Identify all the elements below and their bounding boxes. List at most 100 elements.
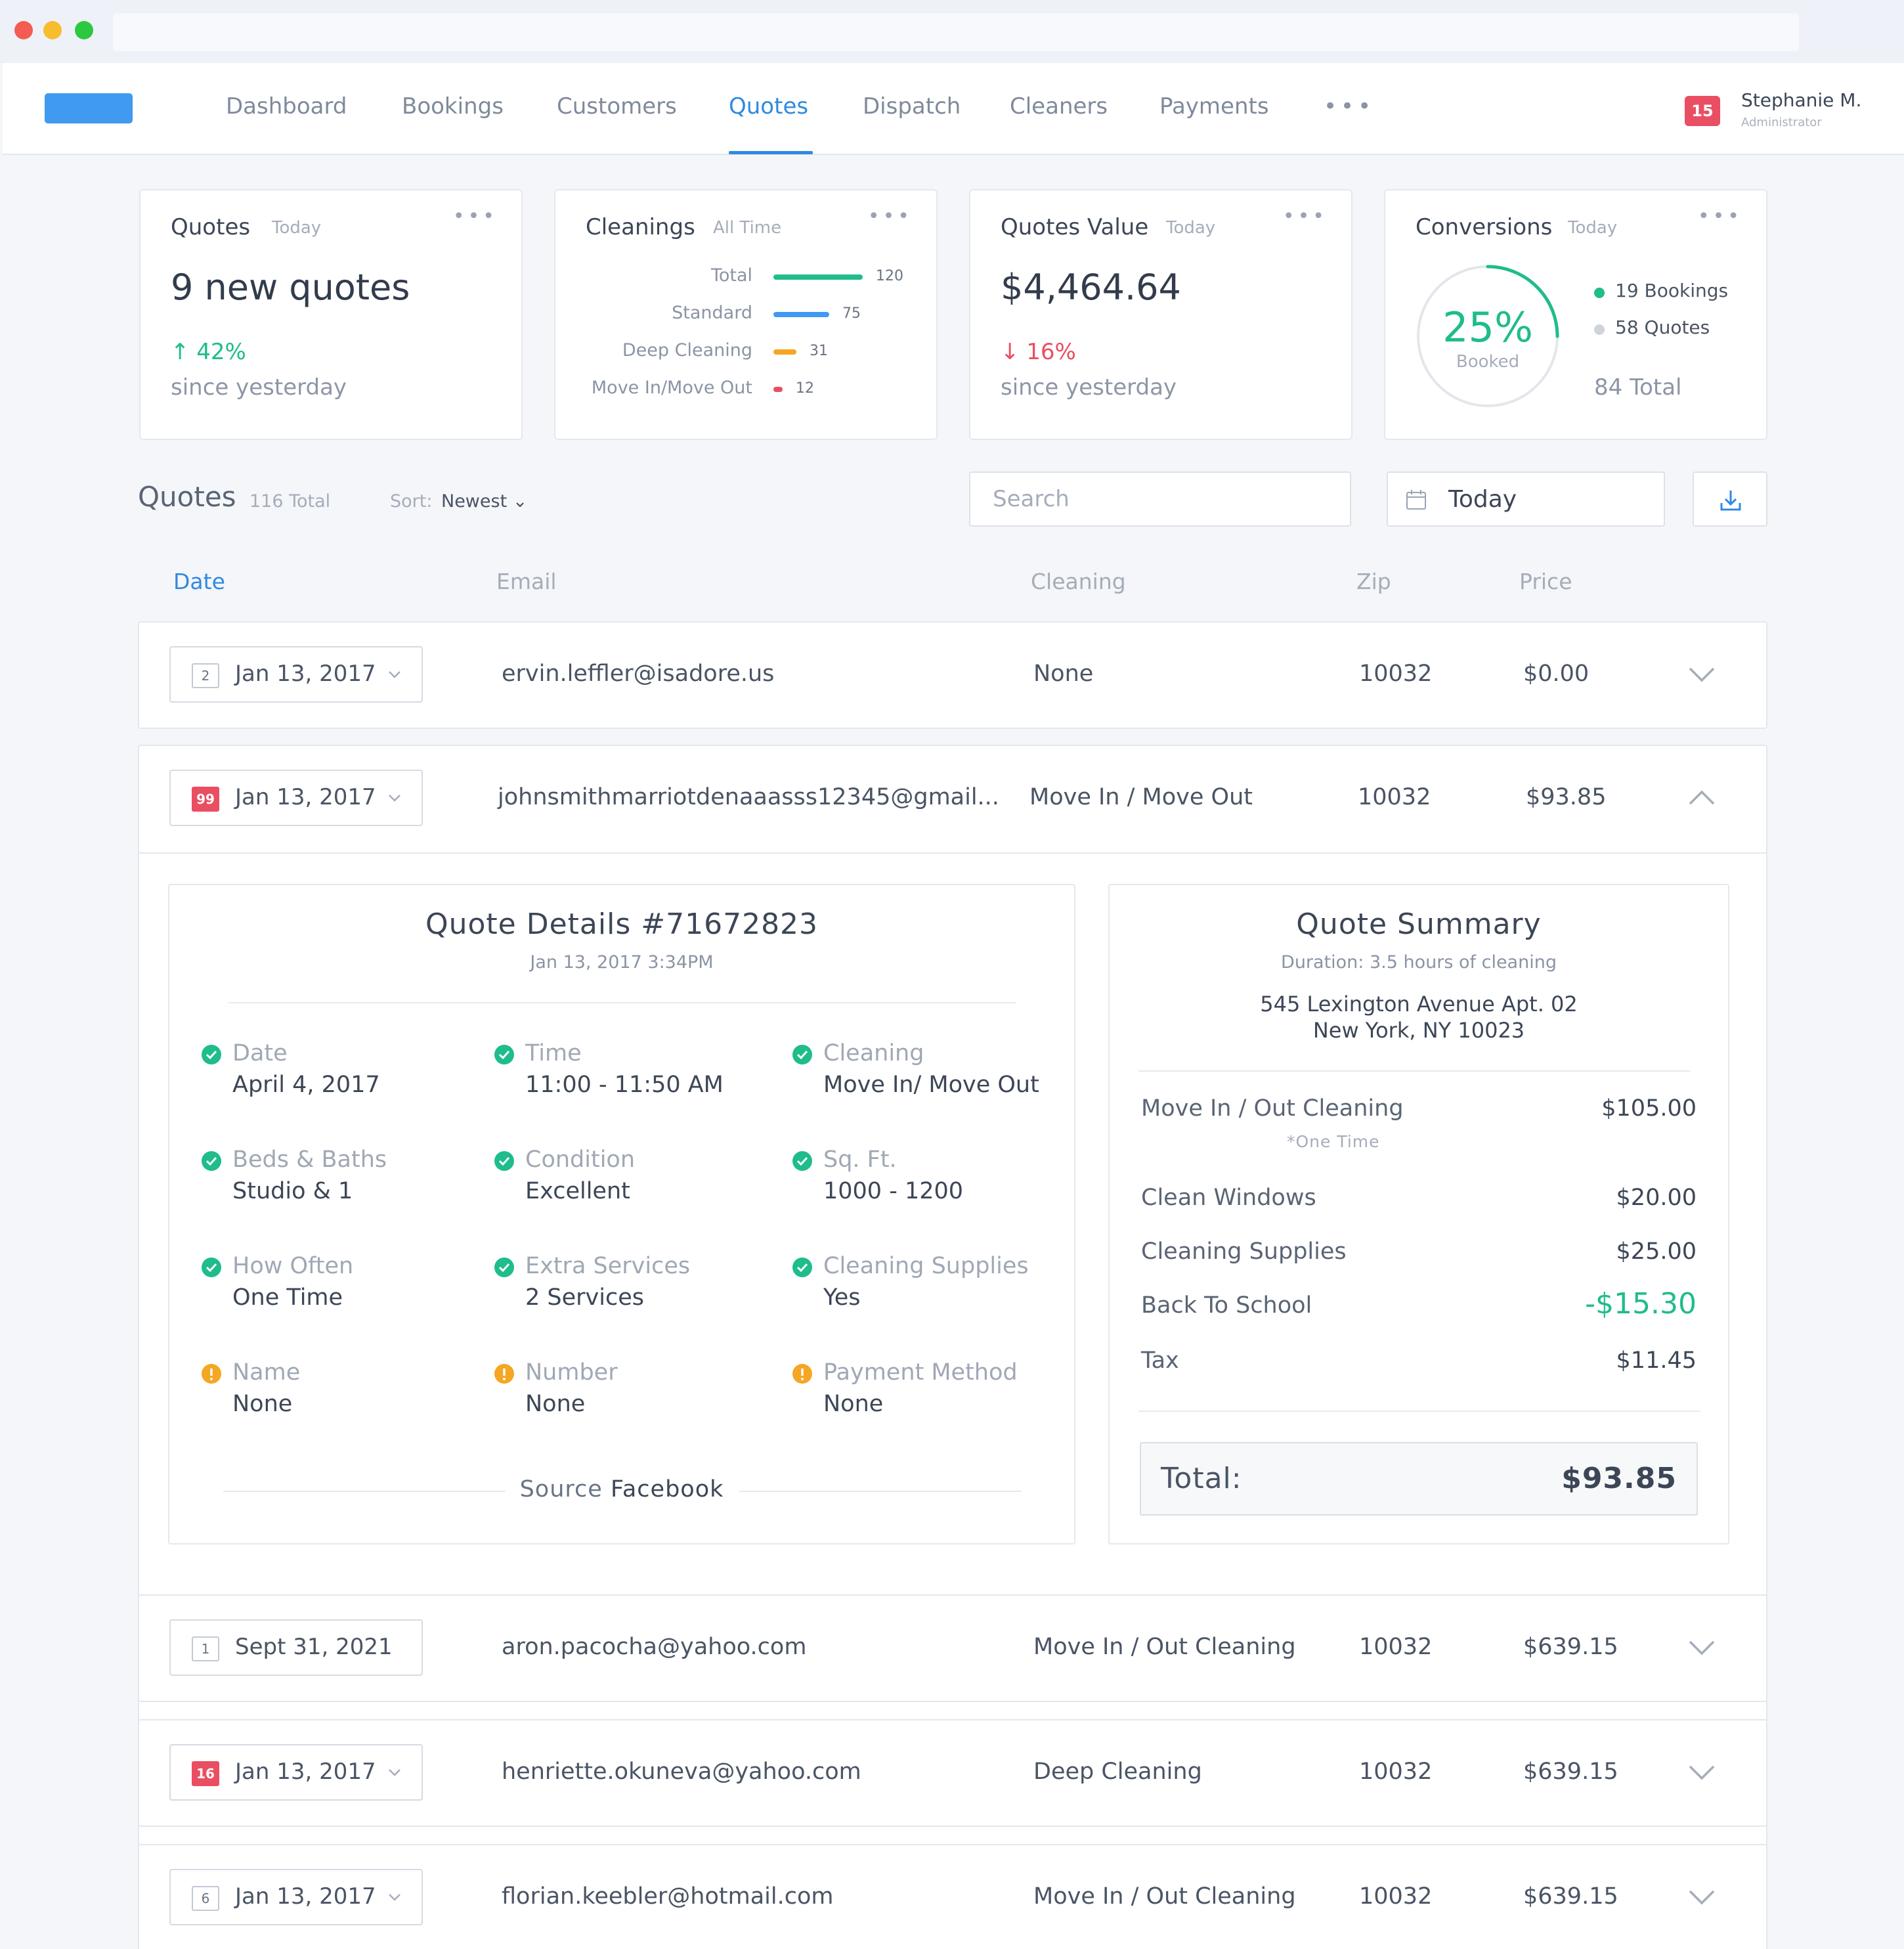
detail-value: Studio & 1 [232,1178,353,1204]
date-filter-value: Today [1448,486,1517,513]
table-row[interactable]: 6 Jan 13, 2017 florian.keebler@hotmail.c… [138,1844,1767,1949]
row-date-select[interactable]: 2 Jan 13, 2017 [169,646,423,703]
check-circle-icon [494,1258,514,1277]
bar-value: 120 [876,268,903,284]
close-window-button[interactable] [14,21,33,39]
sort-dropdown[interactable]: Newest ⌄ [441,491,527,512]
since-label: since yesterday [1001,374,1177,401]
column-date[interactable]: Date [173,569,225,594]
nav-dashboard[interactable]: Dashboard [226,93,347,120]
summary-item-amount: -$15.30 [1585,1287,1697,1321]
chevron-down-icon [389,671,400,678]
download-button[interactable] [1693,471,1767,527]
detail-value: 1000 - 1200 [823,1178,964,1204]
row-date-select[interactable]: 6 Jan 13, 2017 [169,1869,423,1925]
chevron-down-icon[interactable] [1687,665,1716,684]
row-email: ervin.leffler@isadore.us [502,661,775,687]
quote-details-panel: Quote Details #71672823 Jan 13, 2017 3:3… [168,884,1075,1544]
detail-value: Move In/ Move Out [823,1072,1039,1098]
nav-cleaners[interactable]: Cleaners [1010,93,1108,120]
check-circle-icon [792,1151,812,1171]
chevron-down-icon [389,1894,400,1901]
detail-value: 11:00 - 11:50 AM [525,1072,724,1098]
summary-item-amount: $20.00 [1616,1185,1697,1211]
row-date: Jan 13, 2017 [235,1883,376,1910]
warning-circle-icon [494,1364,514,1384]
bar-value: 75 [842,305,861,322]
check-circle-icon [202,1045,221,1064]
row-zip: 10032 [1359,1759,1433,1785]
row-zip: 10032 [1359,1883,1433,1910]
row-count-badge: 2 [192,663,219,688]
bookings-legend-dot [1594,288,1605,298]
detail-value: Excellent [525,1178,630,1204]
app-logo[interactable] [45,93,133,123]
summary-item-label: Clean Windows [1141,1185,1316,1211]
row-email: florian.keebler@hotmail.com [502,1883,834,1910]
detail-value: Yes [823,1284,861,1311]
row-email: johnsmithmarriotdenaaasss12345@gmail... [498,784,999,810]
quote-summary-panel: Quote Summary Duration: 3.5 hours of cle… [1108,884,1729,1544]
bar-mark [773,387,783,392]
nav-quotes[interactable]: Quotes [729,93,808,120]
column-cleaning[interactable]: Cleaning [1031,569,1126,594]
card-menu-icon[interactable]: ••• [1283,205,1328,228]
row-date: Jan 13, 2017 [235,1759,376,1785]
detail-label: Number [525,1359,618,1386]
row-date-select[interactable]: 99 Jan 13, 2017 [169,770,423,826]
summary-item-amount: $11.45 [1616,1347,1697,1374]
total-box: Total: $93.85 [1140,1442,1698,1516]
card-title: Quotes [171,214,251,240]
nav-customers[interactable]: Customers [557,93,677,120]
row-date-select[interactable]: 1 Sept 31, 2021 [169,1619,423,1676]
date-filter[interactable]: Today [1387,471,1665,527]
chevron-down-icon[interactable] [1687,1887,1716,1907]
check-circle-icon [202,1258,221,1277]
notification-badge[interactable]: 15 [1685,96,1720,126]
search-input[interactable] [969,471,1351,527]
table-row[interactable]: 2 Jan 13, 2017 ervin.leffler@isadore.us … [138,621,1767,729]
more-menu-icon[interactable]: ••• [1324,93,1375,120]
card-menu-icon[interactable]: ••• [1698,205,1742,228]
quote-source: Source Facebook [169,1476,1074,1502]
check-circle-icon [792,1258,812,1277]
address-bar[interactable] [113,13,1799,51]
row-count-badge: 99 [192,787,219,812]
detail-value: April 4, 2017 [232,1072,380,1098]
quotes-value-amount: $4,464.64 [1001,267,1181,308]
row-date: Sept 31, 2021 [235,1634,393,1660]
column-zip[interactable]: Zip [1356,569,1391,594]
row-date-select[interactable]: 16 Jan 13, 2017 [169,1744,423,1801]
total-amount: $93.85 [1561,1462,1677,1495]
chevron-down-icon[interactable] [1687,1638,1716,1657]
nav-dispatch[interactable]: Dispatch [863,93,961,120]
column-price[interactable]: Price [1519,569,1572,594]
since-label: since yesterday [171,374,347,401]
card-menu-icon[interactable]: ••• [453,205,498,228]
nav-payments[interactable]: Payments [1159,93,1269,120]
bar-value: 31 [810,343,828,359]
bar-mark [773,274,863,280]
card-menu-icon[interactable]: ••• [868,205,913,228]
detail-label: Beds & Baths [232,1147,387,1173]
card-period: Today [272,218,322,238]
quotes-value-stat-card: Quotes Value Today ••• $4,464.64 ↓ 16% s… [969,189,1352,440]
bar-value: 12 [796,380,814,397]
list-title: Quotes [138,481,236,513]
sort-label: Sort: [390,491,433,512]
user-name[interactable]: Stephanie M. [1741,89,1861,111]
column-email[interactable]: Email [496,569,557,594]
row-zip: 10032 [1358,784,1431,810]
minimize-window-button[interactable] [43,21,62,39]
maximize-window-button[interactable] [75,21,93,39]
table-row[interactable]: 16 Jan 13, 2017 henriette.okuneva@yahoo.… [138,1719,1767,1827]
calendar-icon [1406,490,1426,510]
chevron-down-icon[interactable] [1687,1763,1716,1782]
table-row[interactable]: 1 Sept 31, 2021 aron.pacocha@yahoo.com M… [138,1594,1767,1702]
browser-title-bar [0,0,1904,63]
quote-timestamp: Jan 13, 2017 3:34PM [530,952,714,973]
nav-bookings[interactable]: Bookings [402,93,504,120]
chevron-up-icon[interactable] [1687,788,1716,808]
conversion-label: Booked [1456,352,1520,372]
row-email: aron.pacocha@yahoo.com [502,1634,807,1660]
